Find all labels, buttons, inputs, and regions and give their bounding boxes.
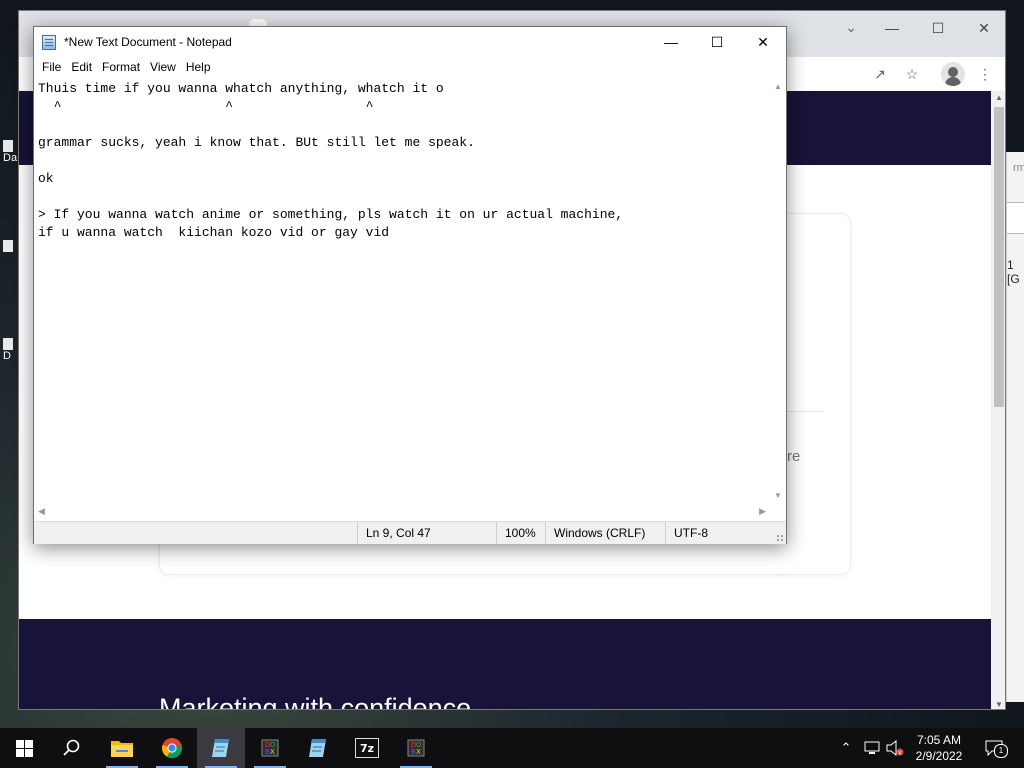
tab-search-chevron-icon[interactable]: ⌄ — [845, 19, 857, 36]
scroll-left-icon[interactable]: ◀ — [38, 506, 45, 517]
show-hidden-icons-chevron-icon[interactable]: ⌃ — [838, 738, 854, 758]
taskbar-notepad[interactable] — [294, 728, 342, 768]
desktop-icon-glyph — [3, 240, 13, 252]
status-line-ending: Windows (CRLF) — [545, 522, 666, 544]
text-editor[interactable]: Thuis time if you wanna whatch anything,… — [34, 78, 770, 504]
dosbox-icon: D O B X — [261, 739, 279, 757]
document-text[interactable]: Thuis time if you wanna whatch anything,… — [34, 78, 770, 242]
start-button[interactable] — [0, 728, 48, 768]
notepad-app-icon[interactable] — [42, 35, 56, 50]
background-window-peek[interactable]: rma 1 [G — [1006, 152, 1024, 702]
chrome-icon — [162, 738, 183, 759]
menu-help[interactable]: Help — [181, 58, 216, 78]
share-icon[interactable]: ↗ — [868, 63, 892, 85]
desktop-icon[interactable] — [3, 240, 13, 252]
browser-scrollbar[interactable]: ▲ ▼ — [991, 91, 1005, 709]
resize-grip-icon[interactable] — [776, 534, 784, 542]
peek-text: rma — [1013, 162, 1024, 174]
more-menu-icon[interactable]: ⋮ — [973, 63, 997, 85]
taskbar-dosbox[interactable]: D O B X — [392, 728, 440, 768]
status-bar: Ln 9, Col 47 100% Windows (CRLF) UTF-8 — [34, 521, 786, 544]
minimize-icon[interactable]: — — [648, 27, 694, 57]
menu-file[interactable]: File — [37, 58, 66, 78]
7zip-icon: 7z — [355, 738, 379, 758]
maximize-icon[interactable]: ☐ — [915, 13, 961, 43]
desktop-icon-label: D — [3, 350, 11, 362]
notification-center-icon[interactable]: 1 — [982, 738, 1008, 758]
clock-date: 2/9/2022 — [915, 749, 963, 763]
minimize-icon[interactable]: — — [869, 13, 915, 43]
desktop-icon-glyph — [3, 140, 13, 152]
taskbar-chrome[interactable] — [148, 728, 196, 768]
notepad-icon — [212, 739, 229, 757]
scroll-right-icon[interactable]: ▶ — [759, 506, 766, 517]
svg-text:x: x — [898, 750, 902, 757]
scroll-down-icon[interactable]: ▼ — [770, 491, 786, 500]
taskbar-file-explorer[interactable] — [98, 728, 146, 768]
desktop-icon[interactable]: Da — [3, 140, 17, 164]
notepad-titlebar[interactable]: *New Text Document - Notepad — ☐ ✕ — [34, 27, 786, 58]
close-icon[interactable]: ✕ — [740, 27, 786, 57]
taskbar-dosbox[interactable]: D O B X — [246, 728, 294, 768]
scrollbar-thumb[interactable] — [994, 107, 1004, 407]
taskbar-notepad-active[interactable] — [197, 728, 245, 768]
desktop-icon-glyph — [3, 338, 13, 350]
status-encoding: UTF-8 — [665, 522, 775, 544]
menu-bar: File Edit Format View Help — [34, 58, 786, 78]
editor-vertical-scrollbar[interactable]: ▲ ▼ — [770, 78, 786, 504]
taskbar-7zip[interactable]: 7z — [343, 728, 391, 768]
start-icon — [15, 739, 33, 757]
menu-view[interactable]: View — [145, 58, 181, 78]
svg-text:X: X — [416, 748, 421, 756]
maximize-icon[interactable]: ☐ — [694, 27, 740, 57]
page-text-fragment: re — [787, 448, 801, 465]
editor-horizontal-scrollbar[interactable]: ◀ ▶ — [34, 504, 770, 520]
scroll-down-icon[interactable]: ▼ — [991, 700, 1005, 709]
status-zoom: 100% — [496, 522, 546, 544]
profile-avatar-icon[interactable] — [941, 62, 965, 86]
search-icon — [63, 739, 80, 756]
menu-edit[interactable]: Edit — [66, 58, 97, 78]
status-cursor-position: Ln 9, Col 47 — [357, 522, 497, 544]
svg-text:X: X — [270, 748, 275, 756]
window-title: *New Text Document - Notepad — [64, 35, 232, 49]
taskbar: D O B X 7z D O B X ⌃ x 7:05 AM 2/9/2022 … — [0, 728, 1024, 768]
search-button[interactable] — [48, 728, 96, 768]
desktop-icon[interactable]: D — [3, 338, 13, 362]
scroll-up-icon[interactable]: ▲ — [991, 93, 1005, 102]
peek-input — [1007, 202, 1024, 234]
notepad-window[interactable]: *New Text Document - Notepad — ☐ ✕ File … — [33, 26, 787, 544]
bookmark-star-icon[interactable]: ☆ — [900, 63, 924, 85]
footer-heading: Marketing with confidence — [159, 693, 472, 710]
notification-count-badge: 1 — [994, 744, 1008, 758]
peek-label: 1 [G — [1007, 258, 1020, 286]
volume-muted-icon[interactable]: x — [885, 738, 905, 758]
menu-format[interactable]: Format — [97, 58, 145, 78]
scroll-up-icon[interactable]: ▲ — [770, 82, 786, 91]
dosbox-icon: D O B X — [407, 739, 425, 757]
clock-time: 7:05 AM — [916, 733, 962, 747]
7zip-icon-label: 7z — [359, 741, 375, 755]
network-icon[interactable] — [862, 738, 882, 758]
desktop-icon-label: Da — [3, 152, 18, 164]
notepad-icon — [309, 739, 326, 757]
system-clock[interactable]: 7:05 AM 2/9/2022 — [904, 732, 974, 764]
file-explorer-icon — [111, 741, 133, 757]
close-icon[interactable]: ✕ — [961, 13, 1005, 43]
